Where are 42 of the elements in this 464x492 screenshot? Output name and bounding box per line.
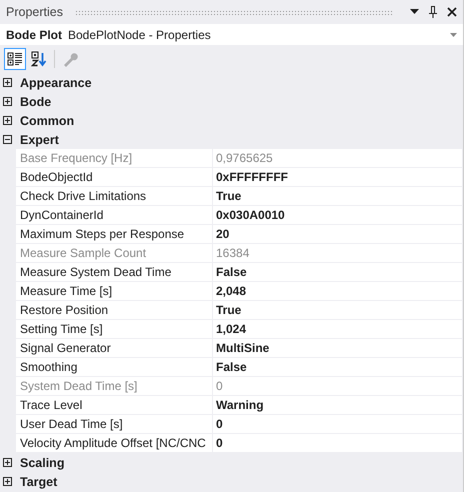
category-label: Scaling (19, 456, 64, 470)
property-value[interactable]: 2,048 (213, 282, 462, 301)
property-value: 0 (213, 377, 462, 396)
category-label: Target (19, 474, 58, 488)
property-value[interactable]: True (213, 301, 462, 320)
property-value[interactable]: True (213, 187, 462, 206)
property-name[interactable]: Measure Time [s] (16, 282, 213, 301)
category-label: Common (19, 114, 74, 128)
property-value[interactable]: 0 (213, 434, 462, 453)
property-value: 16384 (213, 244, 462, 263)
object-selector[interactable]: Bode Plot BodePlotNode - Properties (0, 24, 463, 45)
property-name[interactable]: Setting Time [s] (16, 320, 213, 339)
caret-icon[interactable] (450, 32, 457, 36)
property-value[interactable]: 0xFFFFFFFF (213, 168, 462, 187)
property-value[interactable]: 1,024 (213, 320, 462, 339)
property-name[interactable]: User Dead Time [s] (16, 415, 213, 434)
property-name[interactable]: Measure System Dead Time (16, 263, 213, 282)
property-name[interactable]: Restore Position (16, 301, 213, 320)
category-label: Expert (19, 132, 59, 146)
property-name[interactable]: Trace Level (16, 396, 213, 415)
property-name[interactable]: BodeObjectId (16, 168, 213, 187)
property-name[interactable]: Check Drive Limitations (16, 187, 213, 206)
property-name[interactable]: DynContainerId (16, 206, 213, 225)
pin-icon[interactable] (429, 6, 437, 18)
category-label: Bode (19, 94, 52, 108)
property-name[interactable]: Smoothing (16, 358, 213, 377)
category-label: Appearance (19, 76, 92, 90)
categorized-button[interactable] (4, 48, 26, 70)
property-value[interactable]: MultiSine (213, 339, 462, 358)
property-value[interactable]: 0 (213, 415, 462, 434)
property-value[interactable]: False (213, 358, 462, 377)
property-name[interactable]: Maximum Steps per Response (16, 225, 213, 244)
property-value[interactable]: False (213, 263, 462, 282)
property-name[interactable]: Signal Generator (16, 339, 213, 358)
panel-title: Properties (6, 5, 63, 19)
close-icon[interactable] (447, 7, 457, 17)
property-value[interactable]: Warning (213, 396, 462, 415)
property-value[interactable]: 20 (213, 225, 462, 244)
property-value[interactable]: 0x030A0010 (213, 206, 462, 225)
dropdown-icon[interactable] (410, 9, 419, 15)
property-name[interactable]: Velocity Amplitude Offset [NC/CNC (16, 434, 213, 453)
property-value: 0,9765625 (213, 149, 462, 168)
